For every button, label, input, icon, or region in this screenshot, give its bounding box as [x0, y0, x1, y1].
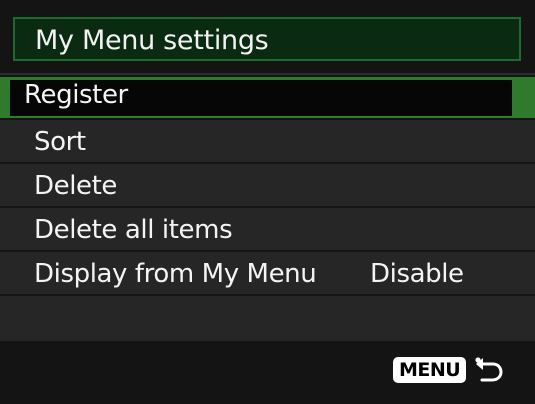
- menu-item-label: Delete all items: [34, 215, 233, 245]
- page-header: My Menu settings: [13, 17, 521, 61]
- menu-item-display-from-my-menu[interactable]: Display from My Menu Disable: [0, 253, 535, 296]
- menu-item-label: Register: [24, 80, 128, 110]
- menu-item-sort[interactable]: Sort: [0, 121, 535, 164]
- menu-item-label: Sort: [34, 127, 86, 157]
- menu-list: Register Sort Delete Delete all items Di…: [0, 77, 535, 341]
- page-title: My Menu settings: [35, 25, 269, 56]
- menu-item-empty: [0, 297, 535, 340]
- menu-item-register[interactable]: Register: [0, 77, 535, 120]
- menu-item-delete-all-items[interactable]: Delete all items: [0, 209, 535, 252]
- camera-menu-screen: My Menu settings Register Sort Delete De…: [0, 0, 535, 404]
- menu-item-value: Disable: [370, 259, 464, 289]
- menu-button-badge[interactable]: MENU: [393, 357, 467, 383]
- menu-item-label: Delete: [34, 171, 118, 201]
- header-divider: [0, 73, 535, 75]
- menu-item-label: Display from My Menu: [34, 259, 317, 289]
- return-arrow-icon[interactable]: [473, 355, 503, 385]
- menu-item-delete[interactable]: Delete: [0, 165, 535, 208]
